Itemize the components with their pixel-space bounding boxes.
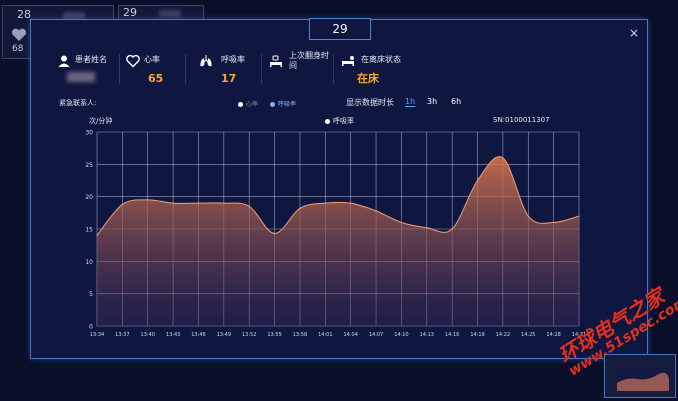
x-tick-label: 13:49 bbox=[217, 332, 231, 338]
data-point bbox=[527, 215, 529, 217]
data-point bbox=[248, 205, 250, 207]
data-point bbox=[375, 210, 377, 212]
x-tick-label: 13:37 bbox=[115, 332, 129, 338]
data-point bbox=[578, 215, 580, 217]
x-tick-label: 14:13 bbox=[420, 332, 434, 338]
y-tick-label: 5 bbox=[89, 291, 93, 298]
x-tick-label: 14:22 bbox=[496, 332, 510, 338]
x-tick-label: 13:40 bbox=[141, 332, 155, 338]
room-card-number: 29 bbox=[123, 6, 137, 19]
data-point bbox=[197, 202, 200, 204]
x-tick-label: 13:34 bbox=[90, 332, 104, 338]
data-point bbox=[502, 157, 504, 159]
x-tick-label: 14:25 bbox=[521, 332, 535, 338]
x-tick-label: 13:58 bbox=[293, 332, 307, 338]
data-point bbox=[451, 228, 453, 230]
y-tick-label: 10 bbox=[85, 259, 93, 266]
mini-preview-thumbnail[interactable] bbox=[604, 354, 676, 398]
x-tick-label: 13:46 bbox=[191, 332, 205, 338]
y-tick-label: 20 bbox=[85, 194, 93, 201]
resp-rate-chart: 0 5 10 15 20 25 30 13:34 13:37 13:40 13:43 13:46 13:… bbox=[85, 130, 586, 339]
heart-icon bbox=[11, 28, 27, 41]
x-tick-label: 13:55 bbox=[267, 332, 281, 338]
data-point bbox=[299, 207, 301, 209]
data-point bbox=[96, 234, 98, 237]
x-tick-label: 14:01 bbox=[318, 332, 332, 338]
x-tick-label: 14:10 bbox=[394, 332, 408, 338]
room-card-heart-value: 68 bbox=[12, 44, 24, 54]
data-point bbox=[273, 232, 276, 235]
data-point bbox=[147, 199, 149, 201]
patient-detail-modal: 29 × 患者姓名 心率 65 呼吸率 17 上次翻身时间 在离床状态 在床 紧… bbox=[30, 18, 648, 359]
x-tick-label: 14:07 bbox=[369, 332, 383, 338]
data-point bbox=[121, 203, 123, 206]
x-tick-label: 14:28 bbox=[546, 332, 560, 338]
y-tick-label: 15 bbox=[85, 227, 93, 234]
data-point bbox=[476, 179, 479, 182]
room-card-blurred bbox=[159, 10, 181, 17]
data-point bbox=[350, 202, 352, 204]
x-tick-label: 13:43 bbox=[166, 332, 180, 338]
data-point bbox=[324, 202, 326, 204]
data-point bbox=[426, 227, 428, 229]
y-tick-label: 0 bbox=[89, 324, 93, 331]
y-tick-label: 30 bbox=[85, 130, 93, 137]
x-tick-label: 14:19 bbox=[470, 332, 484, 338]
mini-chart bbox=[617, 369, 669, 391]
data-point bbox=[172, 202, 174, 204]
x-tick-label: 14:16 bbox=[445, 332, 459, 338]
y-tick-label: 25 bbox=[85, 162, 93, 169]
data-point bbox=[400, 221, 403, 224]
data-point bbox=[223, 202, 225, 204]
data-point bbox=[553, 221, 555, 224]
room-card-number: 28 bbox=[17, 8, 31, 21]
x-tick-label: 13:52 bbox=[242, 332, 256, 338]
resp-rate-area bbox=[97, 156, 579, 326]
x-tick-label: 14:04 bbox=[343, 332, 357, 338]
